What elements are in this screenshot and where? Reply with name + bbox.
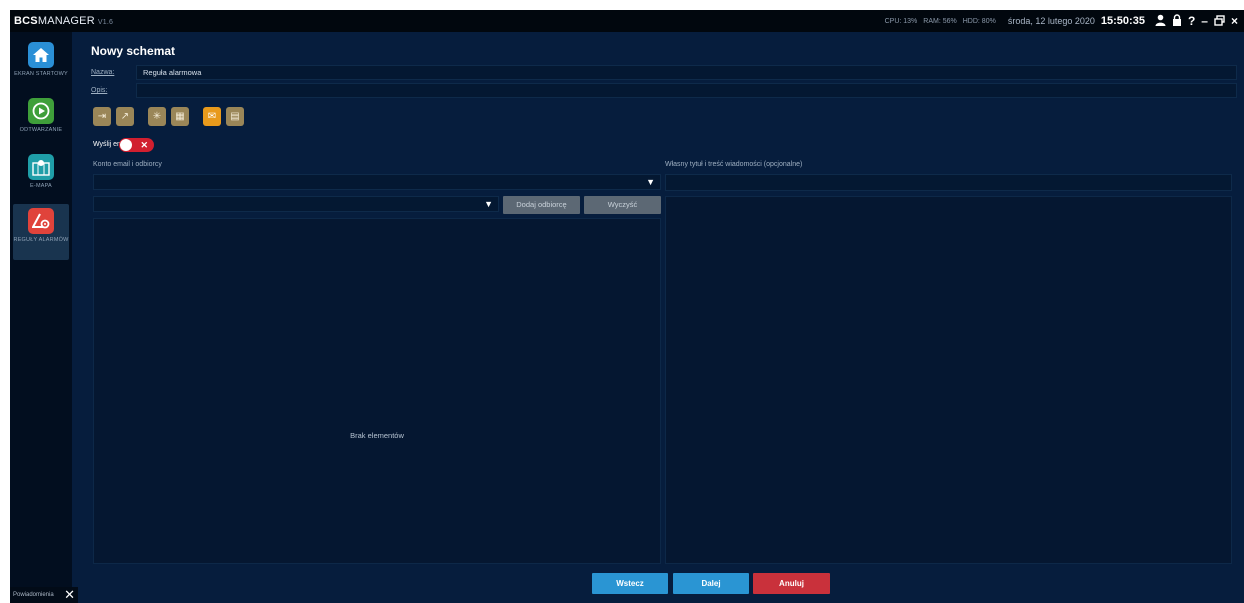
add-recipient-button[interactable]: Dodaj odbiorcę — [503, 196, 580, 214]
email-account-label: Konto email i odbiorcy — [93, 161, 162, 168]
minimize-icon[interactable]: – — [1201, 15, 1208, 27]
hdd-usage: HDD: 80% — [962, 17, 996, 25]
app-version: V1.6 — [97, 19, 114, 26]
schedule-icon: ▤ — [230, 111, 240, 122]
ram-usage: RAM: 56% — [923, 17, 957, 25]
cancel-button[interactable]: Anuluj — [753, 573, 830, 594]
name-label: Nazwa: — [91, 69, 115, 76]
next-button[interactable]: Dalej — [673, 573, 749, 594]
action-type-output[interactable]: ↗ — [116, 107, 134, 126]
email-account-dropdown[interactable]: ▼ — [93, 174, 661, 190]
page-title: Nowy schemat — [91, 44, 176, 58]
name-field[interactable]: Reguła alarmowa — [136, 65, 1237, 80]
lock-icon[interactable] — [1172, 14, 1182, 28]
sidebar-item-home[interactable]: EKRAN STARTOWY — [13, 38, 69, 90]
recipient-dropdown[interactable]: ▼ — [93, 196, 499, 212]
close-icon[interactable]: × — [1231, 15, 1238, 27]
preset-icon: ▦ — [175, 111, 185, 122]
current-date: środa, 12 lutego 2020 — [1007, 16, 1095, 26]
input-icon: ⇥ — [97, 111, 107, 122]
restore-icon[interactable] — [1214, 14, 1225, 28]
current-time: 15:50:35 — [1100, 15, 1145, 27]
app-logo: BCSMANAGER V1.6 — [14, 15, 114, 27]
status-area: CPU: 13% RAM: 56% HDD: 80% środa, 12 lut… — [885, 14, 1238, 28]
sidebar-item-label: ODTWARZANIE — [19, 127, 63, 133]
message-title-input[interactable] — [665, 174, 1232, 191]
message-body-textarea[interactable] — [665, 196, 1232, 564]
output-icon: ↗ — [120, 111, 130, 122]
message-label: Własny tytuł i treść wiadomości (opcjona… — [665, 161, 803, 168]
email-icon: ✉ — [207, 111, 217, 122]
map-icon — [28, 154, 54, 180]
play-icon — [28, 98, 54, 124]
back-button[interactable]: Wstecz — [592, 573, 668, 594]
dropdown-arrow-icon: ▼ — [484, 199, 493, 209]
description-label: Opis: — [91, 87, 108, 94]
home-icon — [28, 42, 54, 68]
sidebar-item-playback[interactable]: ODTWARZANIE — [13, 94, 69, 146]
cpu-usage: CPU: 13% — [884, 17, 918, 25]
action-type-preset[interactable]: ▦ — [171, 107, 189, 126]
clear-button[interactable]: Wyczyść — [584, 196, 661, 214]
action-type-schedule[interactable]: ▤ — [226, 107, 244, 126]
notifications-tab[interactable]: Powiadomienia ✕ — [10, 587, 78, 603]
description-field[interactable] — [136, 83, 1237, 98]
sidebar-item-label: E-MAPA — [30, 183, 52, 189]
sidebar-item-alarm-rules[interactable]: REGUŁY ALARMÓW — [13, 204, 69, 260]
toggle-off-icon: ✕ — [140, 140, 148, 150]
sidebar-item-emap[interactable]: E-MAPA — [13, 150, 69, 200]
app-window: BCSMANAGER V1.6 CPU: 13% RAM: 56% HDD: 80… — [10, 10, 1244, 603]
send-email-toggle[interactable]: ✕ — [119, 138, 154, 152]
action-type-input[interactable]: ⇥ — [93, 107, 111, 126]
top-bar: BCSMANAGER V1.6 CPU: 13% RAM: 56% HDD: 80… — [10, 10, 1244, 32]
app-name: MANAGER — [37, 15, 95, 27]
dropdown-arrow-icon: ▼ — [646, 177, 655, 187]
empty-list-message: Brak elementów — [350, 431, 404, 440]
recipient-list: Brak elementów — [93, 218, 661, 564]
close-notifications-icon[interactable]: ✕ — [64, 587, 75, 603]
toggle-knob — [120, 139, 132, 151]
help-icon[interactable]: ? — [1188, 15, 1195, 27]
sidebar-item-label: REGUŁY ALARMÓW — [13, 237, 69, 243]
sidebar-item-label: EKRAN STARTOWY — [14, 71, 68, 77]
action-type-siren[interactable]: ✳ — [148, 107, 166, 126]
alarm-rule-icon — [28, 208, 54, 234]
notifications-label: Powiadomienia — [13, 592, 54, 598]
user-icon[interactable] — [1155, 14, 1166, 28]
action-type-email[interactable]: ✉ — [203, 107, 221, 126]
siren-icon: ✳ — [152, 111, 162, 122]
sidebar: EKRAN STARTOWY ODTWARZANIE E-MAPA REGUŁY… — [10, 32, 72, 603]
